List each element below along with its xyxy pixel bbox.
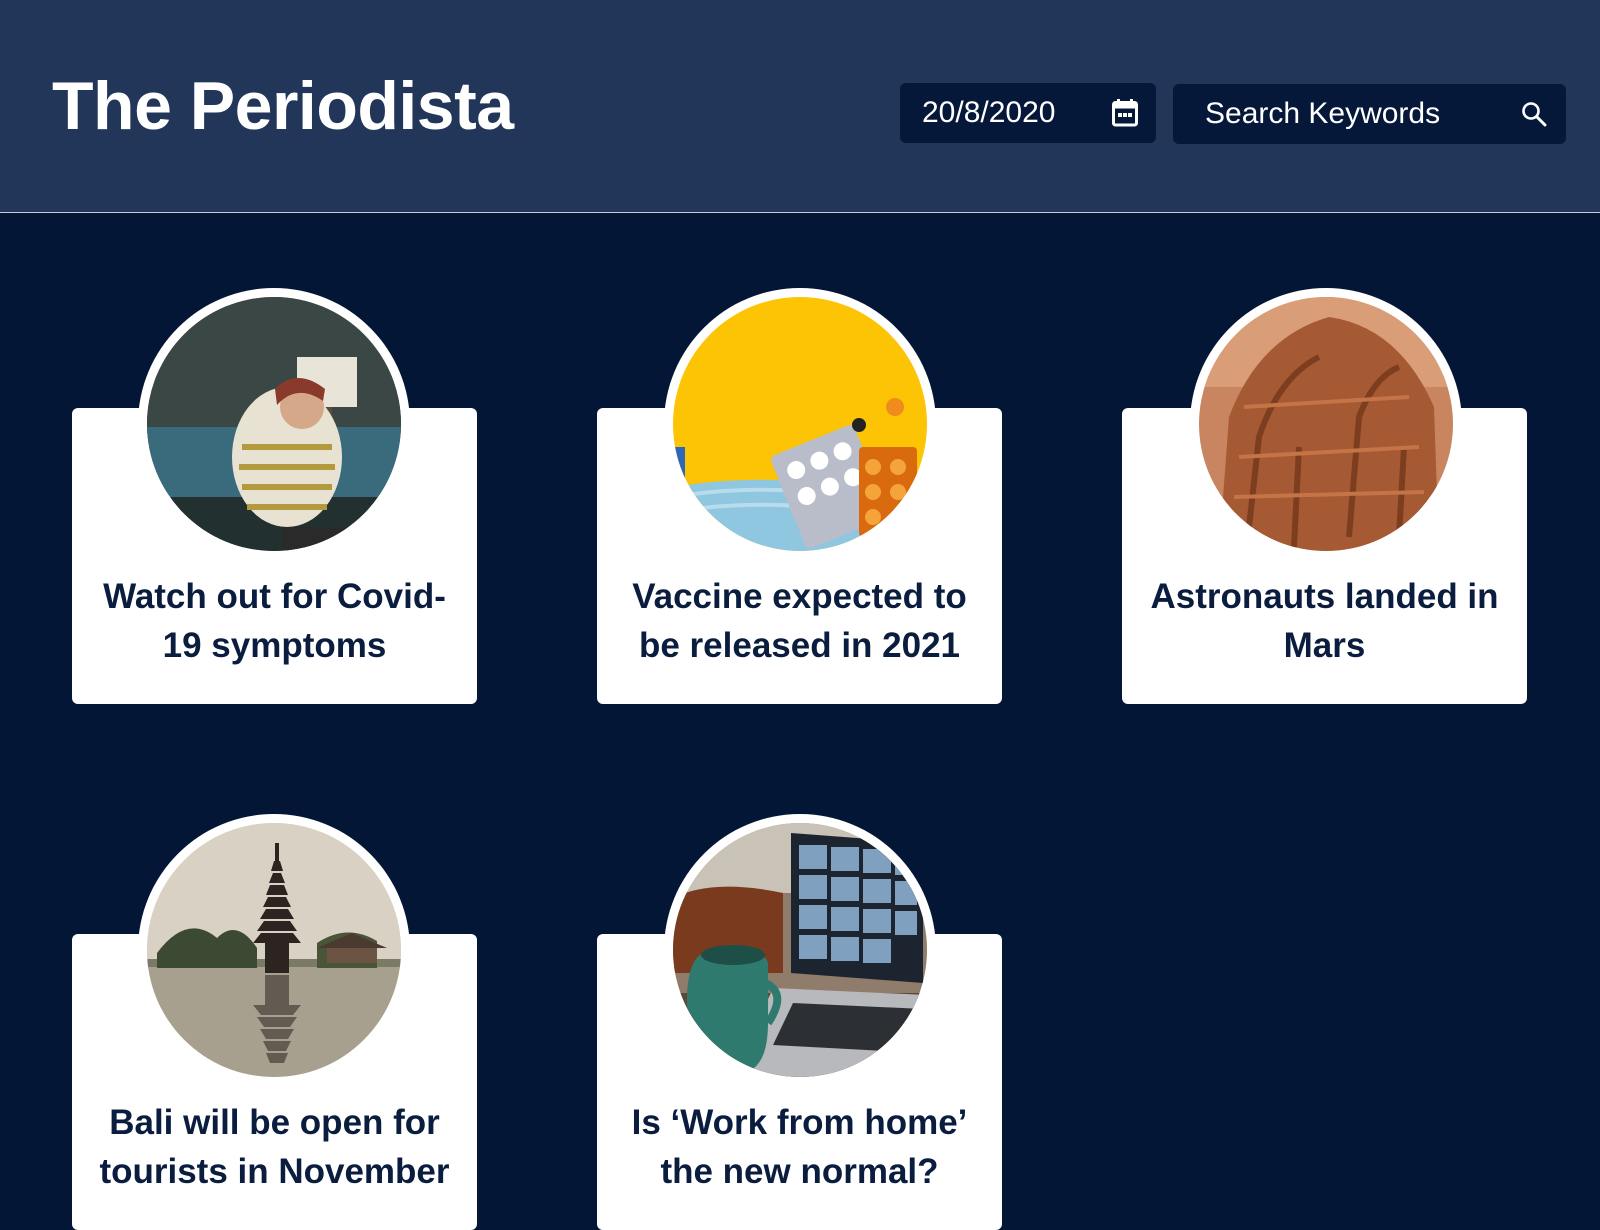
laptop-video-call-image (673, 823, 927, 1077)
search-box[interactable] (1173, 84, 1566, 144)
woman-coughing-image (147, 297, 401, 551)
calendar-icon[interactable] (1112, 99, 1138, 127)
red-rock-image (1199, 297, 1453, 551)
date-value: 20/8/2020 (922, 96, 1056, 129)
bali-temple-image (147, 823, 401, 1077)
article-title[interactable]: Astronauts landed in Mars (1134, 572, 1515, 670)
article-title[interactable]: Watch out for Covid-19 symptoms (84, 572, 465, 670)
site-title[interactable]: The Periodista (52, 64, 514, 148)
search-input[interactable] (1205, 84, 1505, 144)
top-header: The Periodista 20/8/2020 (0, 0, 1600, 213)
pills-mask-image (673, 297, 927, 551)
article-thumbnail[interactable] (664, 814, 936, 1086)
article-title[interactable]: Vaccine expected to be released in 2021 (609, 572, 990, 670)
date-picker[interactable]: 20/8/2020 (900, 83, 1156, 143)
article-grid: Watch out for Covid-19 symptoms Vaccine … (0, 213, 1600, 1230)
search-icon[interactable] (1521, 101, 1547, 127)
article-thumbnail[interactable] (138, 288, 410, 560)
article-thumbnail[interactable] (664, 288, 936, 560)
article-title[interactable]: Is ‘Work from home’ the new normal? (609, 1098, 990, 1196)
article-title[interactable]: Bali will be open for tourists in Novemb… (84, 1098, 465, 1196)
article-thumbnail[interactable] (1190, 288, 1462, 560)
article-thumbnail[interactable] (138, 814, 410, 1086)
